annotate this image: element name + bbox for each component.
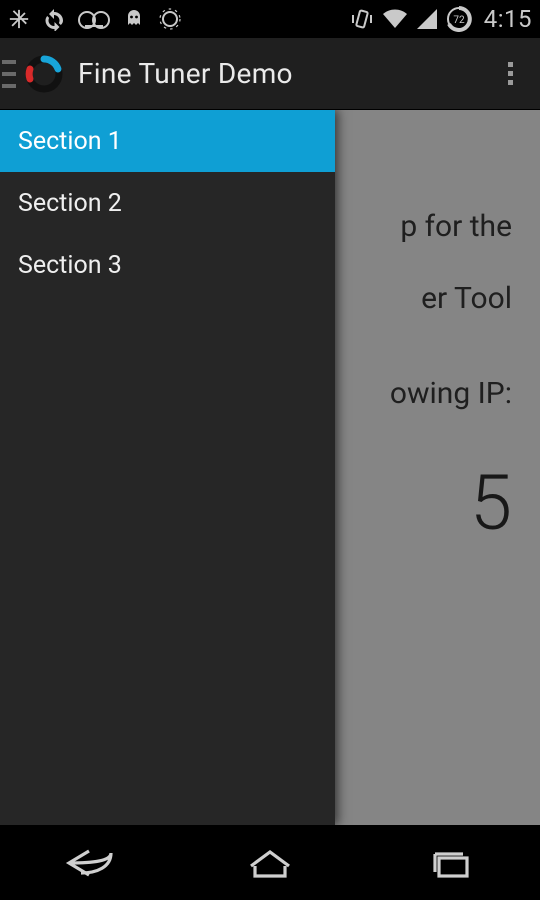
app-logo-icon[interactable]	[24, 54, 64, 94]
system-nav-bar	[0, 825, 540, 900]
drawer-item-label: Section 2	[18, 189, 122, 218]
drawer-item-label: Section 3	[18, 251, 122, 280]
status-left-icons	[8, 7, 182, 31]
cyanogen-icon	[158, 7, 182, 31]
overflow-menu-button[interactable]	[486, 50, 534, 98]
ghost-icon	[122, 7, 146, 31]
drawer-item-section-2[interactable]: Section 2	[0, 172, 335, 234]
body-area: p for the er Tool owing IP: 5 Section 1 …	[0, 110, 540, 825]
status-clock: 4:15	[480, 5, 532, 33]
wifi-icon	[382, 8, 408, 30]
back-button[interactable]	[30, 833, 150, 893]
recents-button[interactable]	[390, 833, 510, 893]
vibrate-icon	[350, 7, 374, 31]
drawer-indicator-icon[interactable]	[2, 60, 16, 88]
app-title: Fine Tuner Demo	[78, 57, 293, 90]
drawer-item-label: Section 1	[18, 127, 122, 156]
drawer-item-section-3[interactable]: Section 3	[0, 234, 335, 296]
battery-text: 72	[453, 15, 465, 26]
home-button[interactable]	[210, 833, 330, 893]
xposed-icon	[8, 8, 30, 30]
battery-icon: 72	[446, 6, 472, 32]
drawer-item-section-1[interactable]: Section 1	[0, 110, 335, 172]
sync-icon	[42, 7, 66, 31]
action-bar: Fine Tuner Demo	[0, 38, 540, 110]
status-right-icons: 72 4:15	[350, 5, 532, 33]
navigation-drawer: Section 1 Section 2 Section 3	[0, 110, 335, 825]
voicemail-icon	[78, 11, 110, 27]
status-bar: 72 4:15	[0, 0, 540, 38]
cell-signal-icon	[416, 8, 438, 30]
